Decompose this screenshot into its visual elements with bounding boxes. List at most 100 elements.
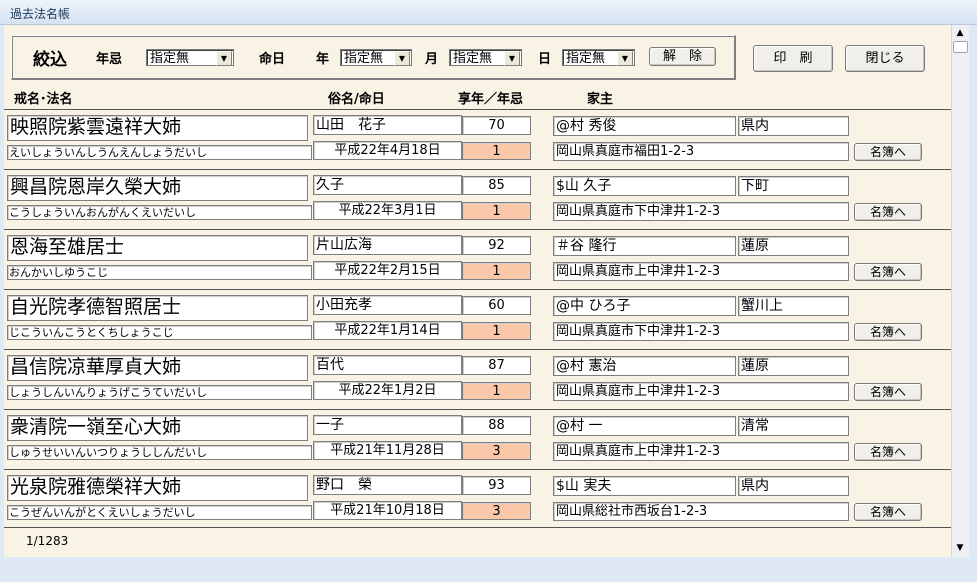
koshu-field[interactable]: $山 実夫 xyxy=(553,476,736,496)
address-field[interactable]: 岡山県総社市西坂台1-2-3 xyxy=(553,502,849,521)
yomi-field[interactable]: こうしょういんおんがんくえいだいし xyxy=(7,205,312,220)
nenki-field[interactable]: 3 xyxy=(462,502,531,520)
koshu-field[interactable]: ＃谷 隆行 xyxy=(553,236,736,256)
meibo-button[interactable]: 名簿へ xyxy=(854,323,922,341)
row-divider xyxy=(4,289,951,290)
kaimyo-field[interactable]: 恩海至雄居士 xyxy=(7,235,308,261)
kaimyo-field[interactable]: 昌信院凉華厚貞大姉 xyxy=(7,355,308,381)
yomi-field[interactable]: しゅうせいいんいつりょうししんだいし xyxy=(7,445,312,460)
koshu-field[interactable]: $山 久子 xyxy=(553,176,736,196)
age-field[interactable]: 60 xyxy=(462,296,531,315)
meinichi-field[interactable]: 平成22年4月18日 xyxy=(313,141,462,160)
month-filter-value: 指定無 xyxy=(453,51,493,66)
chevron-down-icon[interactable]: ▼ xyxy=(617,51,633,66)
age-field[interactable]: 92 xyxy=(462,236,531,255)
nenki-field[interactable]: 3 xyxy=(462,442,531,460)
age-field[interactable]: 88 xyxy=(462,416,531,435)
koshu-field[interactable]: @村 秀俊 xyxy=(553,116,736,136)
yomi-field[interactable]: こうぜんいんがとくえいしょうだいし xyxy=(7,505,312,520)
meinichi-field[interactable]: 平成22年1月2日 xyxy=(313,381,462,400)
age-field[interactable]: 87 xyxy=(462,356,531,375)
meinichi-field[interactable]: 平成22年2月15日 xyxy=(313,261,462,280)
clear-filter-button[interactable]: 解 除 xyxy=(649,47,716,66)
row-divider xyxy=(4,409,951,410)
nenki-filter-combo[interactable]: 指定無 ▼ xyxy=(146,49,234,66)
address-field[interactable]: 岡山県真庭市福田1-2-3 xyxy=(553,142,849,161)
chevron-down-icon[interactable]: ▼ xyxy=(394,51,410,66)
nenki-field[interactable]: 1 xyxy=(462,382,531,400)
address-field[interactable]: 岡山県真庭市上中津井1-2-3 xyxy=(553,262,849,281)
filter-label: 絞込 xyxy=(33,50,67,70)
zokumyo-field[interactable]: 片山広海 xyxy=(313,235,462,255)
koshu-field[interactable]: @村 憲治 xyxy=(553,356,736,376)
year-filter-combo[interactable]: 指定無 ▼ xyxy=(340,49,412,66)
day-filter-value: 指定無 xyxy=(566,51,606,66)
meibo-button[interactable]: 名簿へ xyxy=(854,263,922,281)
area-field[interactable]: 清常 xyxy=(738,416,849,436)
zokumyo-field[interactable]: 小田充孝 xyxy=(313,295,462,315)
zokumyo-field[interactable]: 野口 榮 xyxy=(313,475,462,495)
yomi-field[interactable]: しょうしんいんりょうげこうていだいし xyxy=(7,385,312,400)
area-field[interactable]: 蟹川上 xyxy=(738,296,849,316)
chevron-down-icon[interactable]: ▼ xyxy=(504,51,520,66)
kaimyo-field[interactable]: 光泉院雅德榮祥大姉 xyxy=(7,475,308,501)
zokumyo-field[interactable]: 百代 xyxy=(313,355,462,375)
kaimyo-field[interactable]: 映照院紫雲遠祥大姉 xyxy=(7,115,308,141)
chevron-down-icon[interactable]: ▼ xyxy=(216,51,232,66)
scroll-up-icon[interactable]: ▲ xyxy=(953,26,967,40)
meibo-button[interactable]: 名簿へ xyxy=(854,443,922,461)
zokumyo-field[interactable]: 一子 xyxy=(313,415,462,435)
area-field[interactable]: 県内 xyxy=(738,116,849,136)
day-filter-combo[interactable]: 指定無 ▼ xyxy=(562,49,635,66)
meinichi-field[interactable]: 平成21年11月28日 xyxy=(313,441,462,460)
kaimyo-field[interactable]: 興昌院恩岸久榮大姉 xyxy=(7,175,308,201)
row-divider xyxy=(4,349,951,350)
address-field[interactable]: 岡山県真庭市上中津井1-2-3 xyxy=(553,382,849,401)
meibo-button[interactable]: 名簿へ xyxy=(854,203,922,221)
nenki-field[interactable]: 1 xyxy=(462,142,531,160)
month-filter-combo[interactable]: 指定無 ▼ xyxy=(449,49,522,66)
kaimyo-field[interactable]: 自光院孝德智照居士 xyxy=(7,295,308,321)
yomi-field[interactable]: じこういんこうとくちしょうこじ xyxy=(7,325,312,340)
zokumyo-field[interactable]: 久子 xyxy=(313,175,462,195)
yomi-field[interactable]: おんかいしゆうこじ xyxy=(7,265,312,280)
meibo-button[interactable]: 名簿へ xyxy=(854,143,922,161)
print-button[interactable]: 印 刷 xyxy=(753,45,833,72)
close-button[interactable]: 閉じる xyxy=(845,45,925,72)
age-field[interactable]: 70 xyxy=(462,116,531,135)
koshu-column-header: 家主 xyxy=(587,92,614,107)
kaimyo-field[interactable]: 衆清院一嶺至心大姉 xyxy=(7,415,308,441)
form-body: 絞込 年忌 指定無 ▼ 命日 年 指定無 ▼ 月 指定無 ▼ 日 指定無 ▼ 解… xyxy=(4,25,951,557)
age-field[interactable]: 85 xyxy=(462,176,531,195)
area-field[interactable]: 蓮原 xyxy=(738,356,849,376)
meibo-button[interactable]: 名簿へ xyxy=(854,503,922,521)
zokumyo-field[interactable]: 山田 花子 xyxy=(313,115,462,135)
nenki-field[interactable]: 1 xyxy=(462,262,531,280)
nenki-field[interactable]: 1 xyxy=(462,322,531,340)
address-field[interactable]: 岡山県真庭市下中津井1-2-3 xyxy=(553,322,849,341)
meinichi-field[interactable]: 平成21年10月18日 xyxy=(313,501,462,520)
meinichi-filter-label: 命日 xyxy=(259,52,286,67)
area-field[interactable]: 蓮原 xyxy=(738,236,849,256)
nenki-field[interactable]: 1 xyxy=(462,202,531,220)
koshu-field[interactable]: @中 ひろ子 xyxy=(553,296,736,316)
scroll-thumb[interactable] xyxy=(953,41,968,53)
age-column-header: 享年／年忌 xyxy=(458,92,524,107)
yomi-field[interactable]: えいしょういんしうんえんしょうだいし xyxy=(7,145,312,160)
scroll-down-icon[interactable]: ▼ xyxy=(953,541,967,555)
meibo-button[interactable]: 名簿へ xyxy=(854,383,922,401)
nenki-filter-label: 年忌 xyxy=(96,52,123,67)
area-field[interactable]: 下町 xyxy=(738,176,849,196)
age-field[interactable]: 93 xyxy=(462,476,531,495)
address-field[interactable]: 岡山県真庭市下中津井1-2-3 xyxy=(553,202,849,221)
status-bar xyxy=(0,557,977,582)
record-row: 光泉院雅德榮祥大姉こうぜんいんがとくえいしょうだいし 野口 榮平成21年10月18… xyxy=(4,469,951,529)
area-field[interactable]: 県内 xyxy=(738,476,849,496)
meinichi-field[interactable]: 平成22年3月1日 xyxy=(313,201,462,220)
vertical-scrollbar[interactable]: ▲ ▼ xyxy=(951,25,969,557)
record-row: 自光院孝德智照居士じこういんこうとくちしょうこじ 小田充孝平成22年1月14日 60… xyxy=(4,289,951,349)
address-field[interactable]: 岡山県真庭市上中津井1-2-3 xyxy=(553,442,849,461)
row-divider xyxy=(4,109,951,110)
meinichi-field[interactable]: 平成22年1月14日 xyxy=(313,321,462,340)
koshu-field[interactable]: @村 一 xyxy=(553,416,736,436)
